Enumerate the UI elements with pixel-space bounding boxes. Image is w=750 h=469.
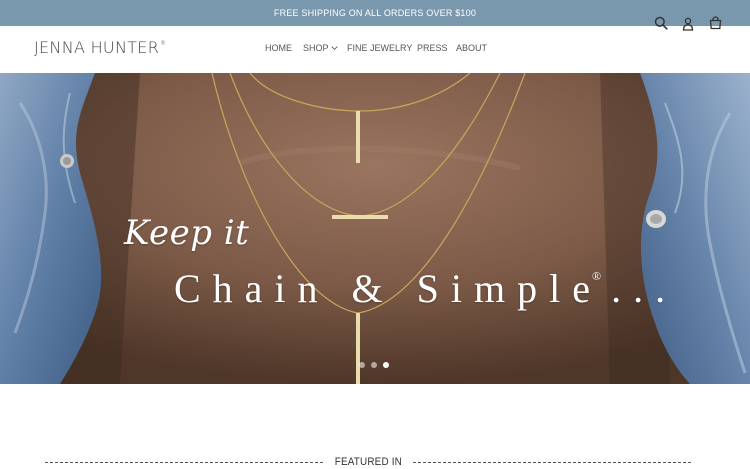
nav-about[interactable]: ABOUT <box>456 43 487 53</box>
nav-about-label: ABOUT <box>456 43 488 53</box>
hero-image <box>0 73 750 384</box>
nav-home[interactable]: HOME <box>265 43 292 53</box>
nav-shop-label: SHOP <box>303 43 329 53</box>
logo-registered-mark: ® <box>160 39 167 47</box>
account-button[interactable] <box>680 16 696 32</box>
cart-icon <box>709 16 721 30</box>
hero-slideshow[interactable]: Keep it Chain & Simple®... <box>0 73 750 384</box>
nav-home-label: HOME <box>265 43 292 53</box>
nav-fine-jewelry-label: FINE JEWELRY <box>347 43 413 53</box>
chevron-down-icon <box>330 46 338 50</box>
hero-registered-mark: ® <box>592 269 602 283</box>
announcement-text: FREE SHIPPING ON ALL ORDERS OVER $100 <box>273 8 477 18</box>
hero-headline-line2: Chain & Simple®... <box>174 265 677 312</box>
account-icon <box>682 17 694 31</box>
featured-in-label: FEATURED IN <box>334 456 402 468</box>
featured-in-heading: FEATURED IN <box>45 454 692 469</box>
hero-headline-text: Chain & Simple <box>174 266 602 311</box>
logo[interactable]: JENNA HUNTER® <box>34 38 166 57</box>
slide-dot-1[interactable] <box>359 362 365 368</box>
divider-left <box>45 461 323 463</box>
cart-button[interactable] <box>707 15 723 31</box>
nav-press-label: PRESS <box>417 43 448 53</box>
site-header: JENNA HUNTER® HOME SHOP FINE JEWELRY PRE… <box>0 26 750 73</box>
divider-right <box>413 461 692 463</box>
nav-fine-jewelry[interactable]: FINE JEWELRY <box>347 43 412 53</box>
hero-headline-suffix: ... <box>611 266 678 311</box>
hero-headline-line1: Keep it <box>124 213 250 253</box>
search-icon <box>654 16 668 30</box>
nav-press[interactable]: PRESS <box>417 43 448 53</box>
search-button[interactable] <box>653 15 669 31</box>
slideshow-dots <box>359 362 389 368</box>
logo-text: JENNA HUNTER <box>34 38 160 57</box>
slide-dot-2[interactable] <box>371 362 377 368</box>
slide-dot-3[interactable] <box>383 362 389 368</box>
announcement-bar: FREE SHIPPING ON ALL ORDERS OVER $100 <box>0 0 750 26</box>
nav-shop[interactable]: SHOP <box>303 43 338 53</box>
